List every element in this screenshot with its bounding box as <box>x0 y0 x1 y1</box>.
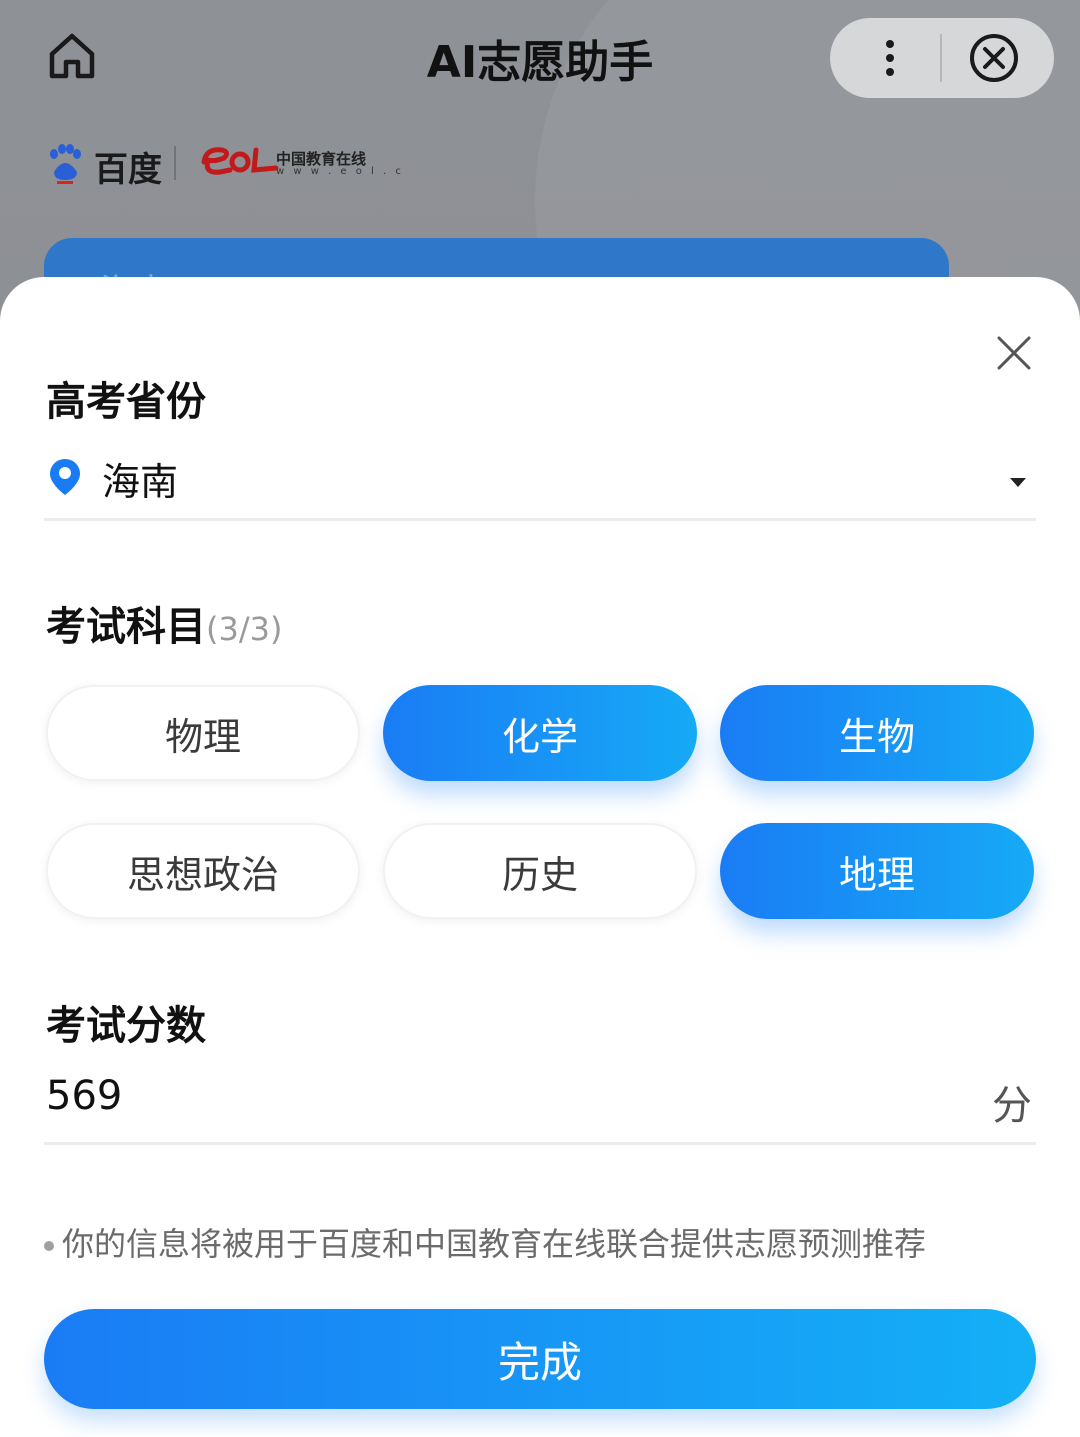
subjects-label-text: 考试科目 <box>46 604 206 650</box>
score-unit: 分 <box>992 1083 1032 1129</box>
sheet-close-icon[interactable] <box>996 335 1032 371</box>
baidu-wordmark: 百度 <box>94 150 162 190</box>
subject-chip-physics[interactable]: 物理 <box>46 685 360 781</box>
settings-sheet: 高考省份 海南 考试科目(3/3) 物理 化学 生物 思想政治 历史 地理 考试… <box>0 277 1080 1437</box>
more-icon[interactable] <box>872 38 908 78</box>
close-icon[interactable] <box>968 32 1020 84</box>
eol-url: w w w . e o l . c <box>276 166 404 177</box>
subject-chip-chemistry[interactable]: 化学 <box>383 685 697 781</box>
province-label: 高考省份 <box>46 379 206 425</box>
subjects-count: (3/3) <box>206 610 283 648</box>
province-select[interactable]: 海南 <box>102 451 178 506</box>
privacy-notice: 你的信息将被用于百度和中国教育在线联合提供志愿预测推荐 <box>44 1219 926 1265</box>
eol-logo <box>200 144 280 180</box>
chevron-down-icon[interactable] <box>1010 478 1026 487</box>
mini-program-capsule <box>830 18 1054 98</box>
bullet-dot <box>44 1241 54 1251</box>
score-divider <box>44 1142 1036 1145</box>
subject-chip-biology[interactable]: 生物 <box>720 685 1034 781</box>
brand-divider <box>174 146 176 180</box>
location-pin-icon <box>48 457 82 497</box>
province-divider <box>44 518 1036 521</box>
score-input[interactable]: 569 <box>46 1073 122 1119</box>
capsule-divider <box>940 34 942 82</box>
score-label: 考试分数 <box>46 1003 206 1049</box>
subject-chip-politics[interactable]: 思想政治 <box>46 823 360 919</box>
done-button[interactable]: 完成 <box>44 1309 1036 1409</box>
subjects-label: 考试科目(3/3) <box>46 594 282 652</box>
subject-chip-geography[interactable]: 地理 <box>720 823 1034 919</box>
subject-chip-history[interactable]: 历史 <box>383 823 697 919</box>
baidu-paw-icon <box>48 144 82 184</box>
privacy-notice-text: 你的信息将被用于百度和中国教育在线联合提供志愿预测推荐 <box>62 1225 927 1263</box>
